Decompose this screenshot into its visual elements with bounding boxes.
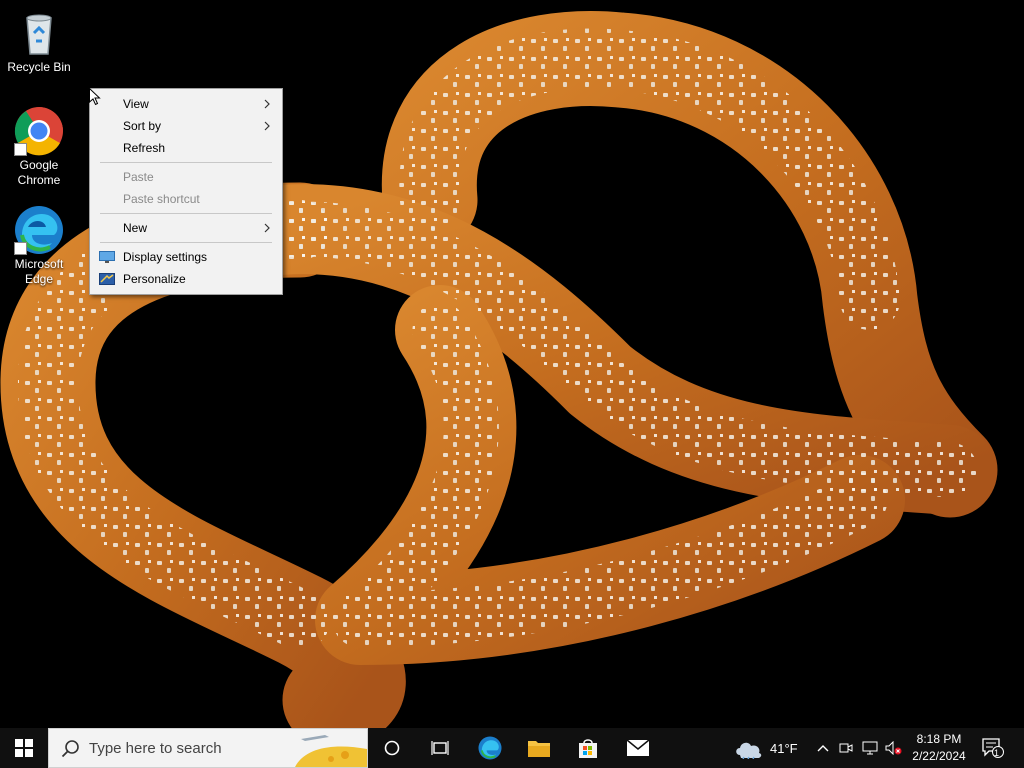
search-placeholder: Type here to search xyxy=(89,740,222,757)
meet-now-icon xyxy=(839,743,853,753)
meet-now-button[interactable] xyxy=(837,728,855,768)
cloudy-weather-icon xyxy=(736,742,762,759)
menu-item-paste-shortcut: Paste shortcut xyxy=(90,188,282,210)
menu-separator xyxy=(90,159,282,166)
desktop-icon-microsoft-edge[interactable]: Microsoft Edge xyxy=(1,205,77,287)
clock-date: 2/22/2024 xyxy=(912,749,966,763)
network-button[interactable] xyxy=(860,728,880,768)
menu-separator xyxy=(90,210,282,217)
display-icon xyxy=(99,251,115,263)
desktop-icon-label: Chrome xyxy=(17,173,61,187)
chevron-right-icon xyxy=(264,99,270,109)
edge-icon xyxy=(478,736,502,760)
search-icon xyxy=(61,740,79,758)
start-button[interactable] xyxy=(0,728,48,768)
menu-item-label: Personalize xyxy=(123,272,186,286)
volume-button[interactable] xyxy=(884,728,904,768)
edge-icon xyxy=(14,205,64,255)
menu-separator xyxy=(90,239,282,246)
desktop-context-menu: View Sort by Refresh Paste Paste shortcu… xyxy=(89,88,283,295)
menu-item-paste: Paste xyxy=(90,166,282,188)
desktop-icon-label: Edge xyxy=(24,272,54,286)
mail-icon xyxy=(626,739,650,756)
task-view-icon xyxy=(431,741,449,755)
recycle-bin-icon xyxy=(14,8,64,58)
menu-item-refresh[interactable]: Refresh xyxy=(90,137,282,159)
menu-item-label: New xyxy=(123,221,148,235)
menu-item-personalize[interactable]: Personalize xyxy=(90,268,282,290)
menu-item-label: Paste xyxy=(123,170,154,184)
cortana-button[interactable] xyxy=(372,728,412,768)
menu-item-label: Refresh xyxy=(123,141,166,155)
chevron-up-icon xyxy=(817,745,829,752)
weather-temperature: 41°F xyxy=(770,740,798,756)
menu-item-sort-by[interactable]: Sort by xyxy=(90,115,282,137)
menu-item-view[interactable]: View xyxy=(90,93,282,115)
menu-item-label: Display settings xyxy=(123,250,208,264)
task-view-button[interactable] xyxy=(420,728,460,768)
menu-item-display-settings[interactable]: Display settings xyxy=(90,246,282,268)
taskbar-search-box[interactable]: Type here to search xyxy=(48,728,368,768)
desktop-icon-label: Google xyxy=(19,158,59,172)
file-explorer-icon xyxy=(528,741,550,757)
menu-item-label: Sort by xyxy=(123,119,162,133)
taskbar: Type here to search 41°F 8:18 PM 2/22/20… xyxy=(0,728,1024,768)
file-explorer-button[interactable] xyxy=(519,728,559,768)
notification-icon xyxy=(982,738,1004,758)
clock-time: 8:18 PM xyxy=(916,732,962,746)
store-button[interactable] xyxy=(568,728,608,768)
notification-count-badge: 1 xyxy=(994,748,1000,758)
chrome-icon xyxy=(14,106,64,156)
desktop-icon-recycle-bin[interactable]: Recycle Bin xyxy=(1,8,77,75)
desktop[interactable]: Recycle Bin Google Chrome Microsoft Edge… xyxy=(0,0,1024,728)
chevron-right-icon xyxy=(264,121,270,131)
action-center-button[interactable]: 1 xyxy=(978,728,1008,768)
desktop-icon-google-chrome[interactable]: Google Chrome xyxy=(1,106,77,188)
store-icon xyxy=(579,739,597,758)
shortcut-arrow-icon xyxy=(14,143,27,156)
network-icon xyxy=(862,741,878,755)
start-icon xyxy=(15,739,33,757)
personalize-icon xyxy=(99,273,115,285)
menu-item-new[interactable]: New xyxy=(90,217,282,239)
mouse-cursor-icon xyxy=(89,88,101,106)
menu-item-label: Paste shortcut xyxy=(123,192,200,206)
cortana-icon xyxy=(384,740,400,756)
volume-muted-icon xyxy=(885,741,902,755)
show-hidden-icons-button[interactable] xyxy=(814,728,832,768)
shortcut-arrow-icon xyxy=(14,242,27,255)
mail-button[interactable] xyxy=(618,728,658,768)
search-highlight-illustration xyxy=(295,735,367,767)
desktop-icon-label: Recycle Bin xyxy=(7,60,71,74)
taskbar-edge-button[interactable] xyxy=(470,728,510,768)
menu-item-label: View xyxy=(123,97,149,111)
chevron-right-icon xyxy=(264,223,270,233)
weather-widget[interactable]: 41°F xyxy=(734,728,804,768)
desktop-icon-label: Microsoft xyxy=(14,257,64,271)
